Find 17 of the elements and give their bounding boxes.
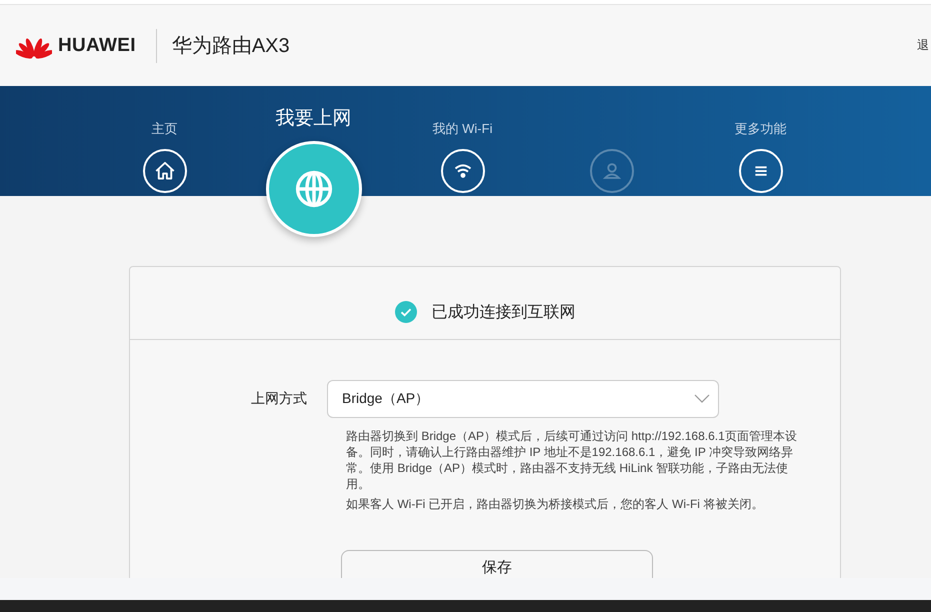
help-text: 路由器切换到 Bridge（AP）模式后，后续可通过访问 http://192.168.6.1页面管理本设备。同时，请确认上行路由器维护 IP 地址不是192.168.6.1，避免 IP 冲突导致网络异常。使用 Bridge（AP）模式时，路由器不支持无线 HiLink 智联功能，子路由无法使用。 — [346, 428, 798, 492]
field-label: 上网方式 — [250, 390, 308, 408]
help-text: 如果客人 Wi-Fi 已开启，路由器切换为桥接模式后，您的客人 Wi-Fi 将被关闭。 — [346, 496, 764, 512]
nav-label: 我的 Wi-Fi — [432, 121, 492, 137]
nav-tab[interactable] — [738, 149, 782, 193]
save-button[interactable]: 保存 — [341, 550, 653, 578]
caret-icon — [694, 394, 710, 404]
mode-dropdown[interactable]: Bridge（AP） — [327, 380, 719, 418]
nav-label: 主页 — [152, 121, 178, 137]
nav-tab[interactable] — [142, 149, 186, 193]
nav-tab[interactable] — [440, 149, 484, 193]
status-text: 已成功连接到互联网 — [432, 302, 576, 322]
nav-label: 更多功能 — [734, 121, 786, 137]
logout-link[interactable]: 退 — [917, 37, 931, 54]
product-title: 华为路由AX3 — [172, 34, 290, 59]
nav-label: 我要上网 — [276, 108, 352, 130]
brand-name: HUAWEI — [58, 34, 136, 56]
